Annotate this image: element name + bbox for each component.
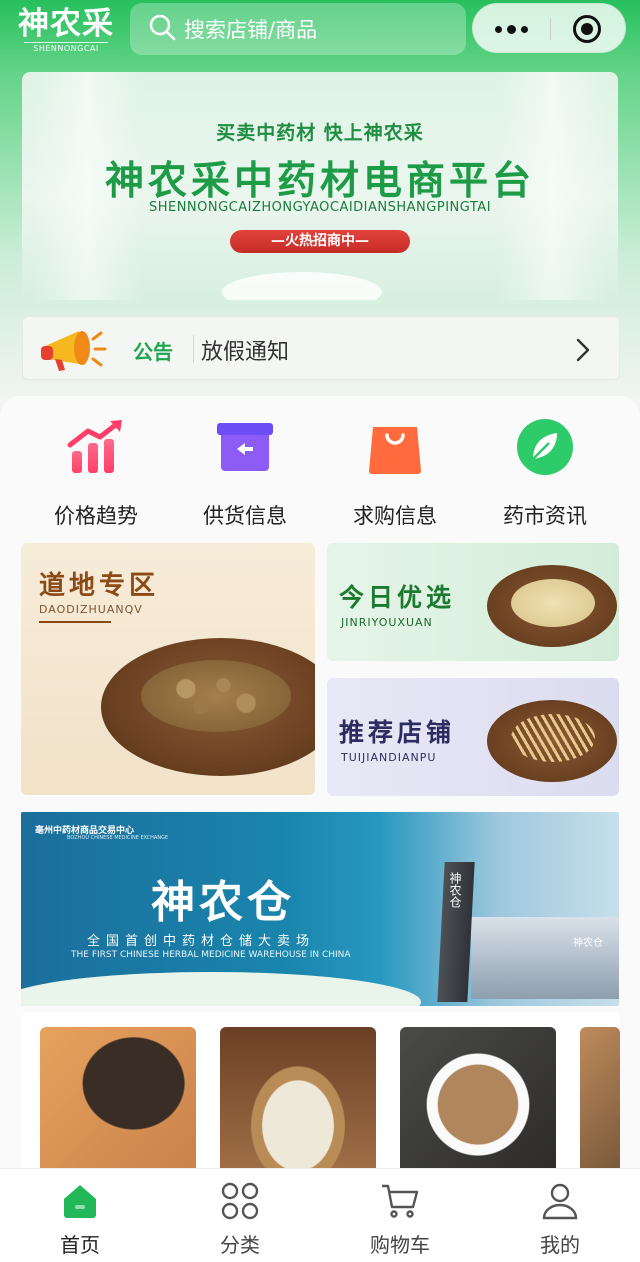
title-underline	[39, 621, 111, 623]
notice-text: 放假通知	[201, 340, 290, 365]
miniprogram-capsule	[472, 3, 626, 53]
card-subtitle: JINRIYOUXUAN	[341, 616, 433, 629]
app-logo: 神农采 SHENNONGCAI	[16, 6, 116, 54]
banner-tag: —火热招商中—	[230, 230, 410, 253]
herb-plate-image	[487, 700, 617, 782]
capsule-divider	[550, 18, 551, 40]
card-title: 今日优选	[339, 583, 456, 612]
cart-icon	[380, 1181, 420, 1221]
search-bar[interactable]: 搜索店铺/商品	[130, 3, 466, 55]
card-recommended-stores[interactable]: 推荐店铺 TUIJIANDIANPU	[327, 678, 619, 796]
tab-cart[interactable]: 购物车	[320, 1169, 480, 1262]
menu-label: 药市资讯	[503, 504, 587, 528]
product-card-image[interactable]	[580, 1027, 620, 1168]
banner-slogan: 买卖中药材 快上神农采	[216, 122, 424, 144]
warehouse-english: THE FIRST CHINESE HERBAL MEDICINE WAREHO…	[71, 950, 351, 960]
menu-supply-info[interactable]: 供货信息	[170, 412, 320, 532]
trend-chart-icon	[66, 417, 126, 477]
search-placeholder: 搜索店铺/商品	[184, 18, 318, 42]
category-grid-icon	[220, 1181, 260, 1221]
notice-label: 公告	[133, 340, 173, 364]
warehouse-org-en: BOZHOU CHINESE MEDICINE EXCHANGE	[67, 835, 169, 841]
banner-pinyin: SHENNONGCAIZHONGYAOCAIDIANSHANGPINGTAI	[148, 200, 492, 215]
card-today-picks[interactable]: 今日优选 JINRIYOUXUAN	[327, 543, 619, 661]
search-icon	[148, 13, 176, 45]
menu-purchase-info[interactable]: 求购信息	[320, 412, 470, 532]
herb-plate-image	[101, 638, 315, 776]
product-carousel	[22, 1012, 620, 1168]
close-miniprogram-icon[interactable]	[573, 15, 601, 43]
notice-divider	[193, 335, 194, 363]
more-options-icon[interactable]	[473, 4, 549, 54]
tab-home[interactable]: 首页	[0, 1169, 160, 1262]
card-title: 道地专区	[39, 571, 160, 601]
shopping-bag-icon	[365, 417, 425, 477]
product-card-image[interactable]	[220, 1027, 376, 1168]
building-sign-text: 神农仓	[573, 938, 603, 949]
bottom-tab-bar: 首页 分类 购物车 我的	[0, 1168, 640, 1262]
warehouse-building-image	[471, 917, 619, 999]
tab-label: 我的	[540, 1233, 580, 1257]
card-daodi-zone[interactable]: 道地专区 DAODIZHUANQV	[21, 543, 315, 795]
megaphone-icon	[33, 325, 113, 375]
cloud-decoration	[222, 272, 382, 300]
home-icon	[60, 1181, 100, 1221]
chevron-right-icon	[573, 337, 593, 367]
card-subtitle: TUIJIANDIANPU	[341, 751, 437, 764]
herb-plate-image	[487, 565, 617, 647]
logo-subtitle: SHENNONGCAI	[24, 42, 108, 54]
wave-decoration	[21, 972, 421, 1006]
product-card-image[interactable]	[400, 1027, 556, 1168]
warehouse-banner[interactable]: 亳州中药材商品交易中心 BOZHOU CHINESE MEDICINE EXCH…	[21, 812, 619, 1006]
banner-title: 神农采中药材电商平台	[104, 159, 535, 204]
tab-label: 首页	[60, 1233, 100, 1257]
product-card-image[interactable]	[40, 1027, 196, 1168]
tab-mine[interactable]: 我的	[480, 1169, 640, 1262]
menu-label: 求购信息	[353, 504, 437, 528]
leaf-news-icon	[515, 417, 575, 477]
user-icon	[540, 1181, 580, 1221]
notice-bar[interactable]: 公告 放假通知	[22, 316, 620, 380]
warehouse-subtitle: 全国首创中药材仓储大卖场	[87, 934, 316, 949]
tower-sign-text: 神农仓	[448, 872, 462, 908]
tab-label: 分类	[220, 1233, 260, 1257]
tab-label: 购物车	[370, 1233, 430, 1257]
tab-category[interactable]: 分类	[160, 1169, 320, 1262]
menu-market-news[interactable]: 药市资讯	[470, 412, 620, 532]
promo-banner[interactable]: 买卖中药材 快上神农采 神农采中药材电商平台 SHENNONGCAIZHONGY…	[22, 72, 618, 300]
card-subtitle: DAODIZHUANQV	[39, 603, 143, 616]
logo-text: 神农采	[18, 6, 114, 42]
card-title: 推荐店铺	[339, 718, 456, 747]
menu-label: 价格趋势	[54, 504, 138, 528]
menu-label: 供货信息	[203, 504, 287, 528]
supply-box-icon	[215, 417, 275, 477]
warehouse-title: 神农仓	[151, 877, 295, 928]
menu-price-trend[interactable]: 价格趋势	[21, 412, 171, 532]
